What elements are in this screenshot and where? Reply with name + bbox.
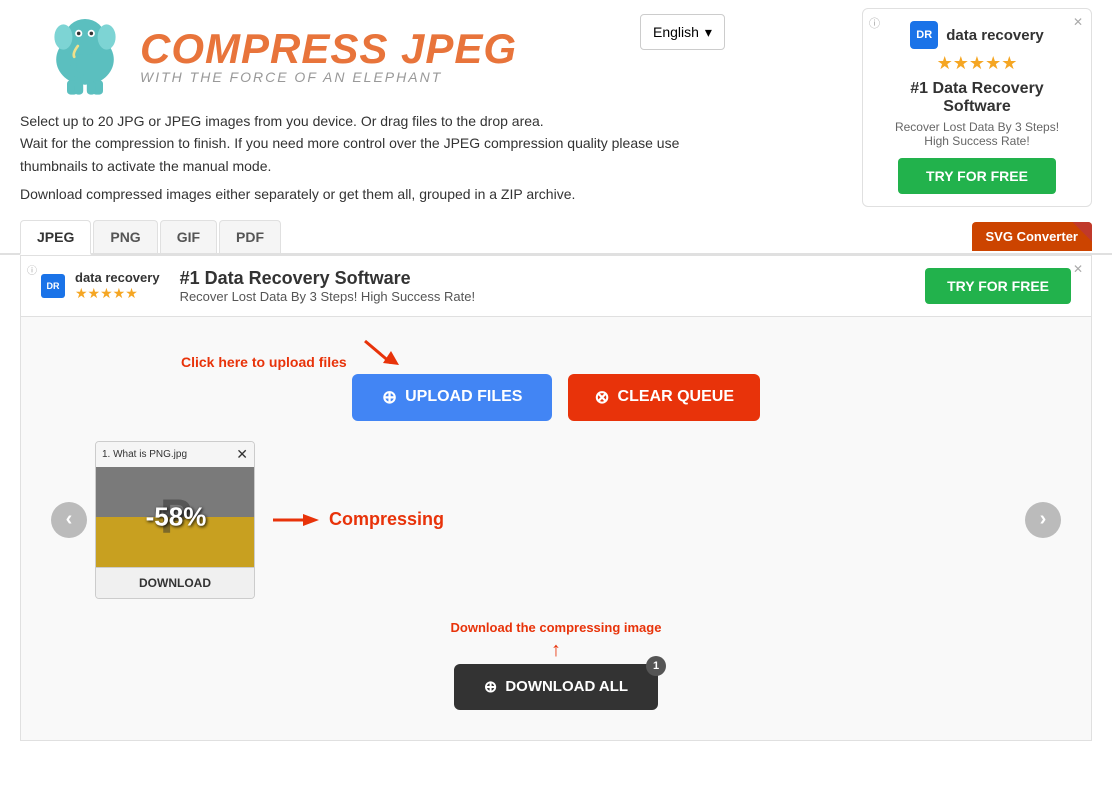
ad-stars: ★★★★★ — [875, 53, 1079, 74]
upload-area: Click here to upload files ⊕ UPLOAD FILE… — [21, 317, 1091, 740]
svg-converter-button[interactable]: SVG Converter — [972, 222, 1092, 251]
button-row: ⊕ UPLOAD FILES ⊗ CLEAR QUEUE — [41, 374, 1071, 421]
desc-line2: Wait for the compression to finish. If y… — [20, 135, 679, 173]
ad-info-icon: ⓘ — [869, 15, 880, 31]
ad-logo-row: DR data recovery — [875, 21, 1079, 49]
tab-jpeg[interactable]: JPEG — [20, 220, 91, 255]
inner-ad-stars: ★★★★★ — [75, 285, 160, 302]
language-selector[interactable]: English ▾ — [640, 14, 725, 50]
arrow-right-icon — [271, 510, 321, 530]
chevron-down-icon: ▾ — [705, 24, 712, 41]
inner-ad-center: #1 Data Recovery Software Recover Lost D… — [180, 268, 926, 304]
upload-icon: ⊕ — [382, 387, 397, 408]
ad-panel-right: ⓘ ✕ DR data recovery ★★★★★ #1 Data Recov… — [862, 8, 1092, 207]
download-all-button[interactable]: ⊕ DOWNLOAD ALL 1 — [454, 664, 658, 710]
next-arrow[interactable]: › — [1025, 502, 1061, 538]
ad-logo-square: DR — [910, 21, 938, 49]
lang-label: English — [653, 24, 699, 40]
arrow-down-icon — [361, 337, 401, 370]
ad-close-icon[interactable]: ✕ — [1073, 15, 1083, 29]
ad-try-button[interactable]: TRY FOR FREE — [898, 158, 1056, 194]
inner-ad-logo: DR — [41, 274, 65, 298]
main-area: ⓘ ✕ DR data recovery ★★★★★ #1 Data Recov… — [20, 255, 1092, 741]
file-name: 1. What is PNG.jpg — [102, 449, 187, 460]
inner-ad-try-button[interactable]: TRY FOR FREE — [925, 268, 1071, 304]
logo-subtitle: WITH THE FORCE OF AN ELEPHANT — [140, 69, 517, 85]
thumbnail-card: 1. What is PNG.jpg ✕ P -58% DOWNLOAD — [95, 441, 255, 599]
click-hint: Click here to upload files — [181, 337, 401, 370]
clear-icon: ⊗ — [594, 387, 609, 408]
thumb-close-icon[interactable]: ✕ — [236, 446, 248, 463]
upload-files-button[interactable]: ⊕ UPLOAD FILES — [352, 374, 552, 421]
clear-queue-button[interactable]: ⊗ CLEAR QUEUE — [568, 374, 760, 421]
count-badge: 1 — [646, 656, 666, 676]
arrow-up-icon: ↑ — [551, 639, 561, 662]
compression-percent: -58% — [146, 501, 207, 532]
prev-arrow[interactable]: ‹ — [51, 502, 87, 538]
compressing-area: Compressing — [271, 509, 444, 530]
inner-ad-info-icon: ⓘ — [27, 262, 37, 277]
inner-ad-sub: Recover Lost Data By 3 Steps! High Succe… — [180, 289, 926, 304]
description-area: Select up to 20 JPG or JPEG images from … — [0, 100, 760, 220]
logo-area: COMPRESS JPEG WITH THE FORCE OF AN ELEPH… — [40, 10, 517, 100]
tabs-row: JPEG PNG GIF PDF SVG Converter — [0, 220, 1112, 255]
thumb-header: 1. What is PNG.jpg ✕ — [96, 442, 254, 467]
inner-ad-left: DR data recovery ★★★★★ — [41, 270, 160, 302]
ad-title: #1 Data Recovery Software — [875, 80, 1079, 116]
desc-line3: Download compressed images either separa… — [20, 186, 575, 202]
ad-subtitle: Recover Lost Data By 3 Steps! High Succe… — [875, 120, 1079, 148]
tab-pdf[interactable]: PDF — [219, 220, 281, 253]
tab-gif[interactable]: GIF — [160, 220, 217, 253]
inner-ad-brand: data recovery — [75, 270, 160, 285]
desc-line1: Select up to 20 JPG or JPEG images from … — [20, 113, 544, 129]
thumb-download-button[interactable]: DOWNLOAD — [96, 567, 254, 598]
elephant-logo — [40, 10, 130, 100]
inner-ad-title: #1 Data Recovery Software — [180, 268, 926, 289]
thumb-image: P -58% — [96, 467, 255, 567]
tab-png[interactable]: PNG — [93, 220, 157, 253]
download-all-area: Download the compressing image ↑ ⊕ DOWNL… — [41, 619, 1071, 720]
download-hint: Download the compressing image — [451, 620, 662, 635]
ad-brand-name: data recovery — [946, 27, 1044, 44]
files-row: ‹ 1. What is PNG.jpg ✕ P -58% DOWNLOAD — [41, 441, 1071, 599]
inner-ad-banner: ⓘ ✕ DR data recovery ★★★★★ #1 Data Recov… — [21, 256, 1091, 317]
logo-title: COMPRESS JPEG — [140, 25, 517, 73]
inner-ad-close-icon[interactable]: ✕ — [1073, 262, 1083, 276]
compressing-label: Compressing — [329, 509, 444, 530]
download-all-icon: ⊕ — [484, 677, 497, 697]
